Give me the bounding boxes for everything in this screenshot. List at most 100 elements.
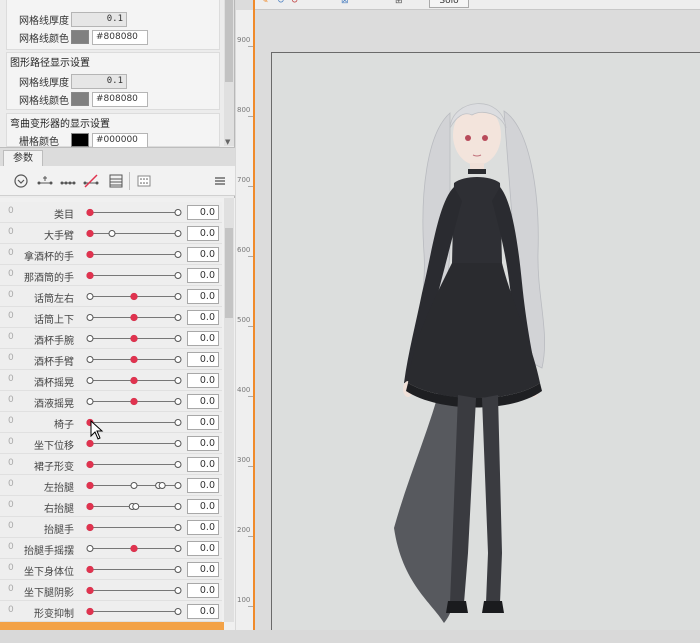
multi-key-icon[interactable] <box>60 173 76 189</box>
keyform-marker[interactable] <box>174 524 182 531</box>
parameter-row[interactable]: 0 左抬腿 0.0 <box>0 475 222 496</box>
keyform-marker[interactable] <box>86 377 94 384</box>
expand-icon[interactable] <box>13 173 29 189</box>
parameter-value-input[interactable]: 0.0 <box>187 268 219 283</box>
parameter-value-input[interactable]: 0.0 <box>187 604 219 619</box>
parameter-lock-icon[interactable]: 0 <box>8 416 14 426</box>
keyform-marker[interactable] <box>86 293 94 300</box>
slider-knob[interactable] <box>86 586 94 595</box>
parameter-lock-icon[interactable]: 0 <box>8 269 14 279</box>
keyform-marker[interactable] <box>174 461 182 468</box>
parameter-slider[interactable] <box>82 559 186 580</box>
parameter-value-input[interactable]: 0.0 <box>187 394 219 409</box>
keyform-marker[interactable] <box>174 251 182 258</box>
slider-knob[interactable] <box>86 481 94 490</box>
parameter-slider[interactable] <box>82 601 186 622</box>
slider-knob[interactable] <box>130 355 138 364</box>
parameter-slider[interactable] <box>82 580 186 601</box>
deformer-color-input[interactable]: #000000 <box>92 132 148 148</box>
grid-color-swatch[interactable] <box>71 30 89 44</box>
parameter-row[interactable]: 0 抬腿手 0.0 <box>0 517 222 538</box>
parameter-slider[interactable] <box>82 496 186 517</box>
parameter-row[interactable]: 0 右抬腿 0.0 <box>0 496 222 517</box>
parameter-lock-icon[interactable]: 0 <box>8 521 14 531</box>
parameter-row[interactable]: 0 那酒筒的手 0.0 <box>0 265 222 286</box>
parameter-value-input[interactable]: 0.0 <box>187 457 219 472</box>
keyform-marker[interactable] <box>174 566 182 573</box>
grid-icon[interactable] <box>136 173 152 189</box>
parameter-lock-icon[interactable]: 0 <box>8 395 14 405</box>
parameter-slider[interactable] <box>82 307 186 328</box>
keyform-marker[interactable] <box>174 419 182 426</box>
solo-button[interactable]: Solo <box>429 0 469 8</box>
parameter-row[interactable]: 0 酒杯手臂 0.0 <box>0 349 222 370</box>
parameter-row[interactable]: 0 话筒上下 0.0 <box>0 307 222 328</box>
path-thickness-input[interactable]: 0.1 <box>71 73 127 89</box>
keyform-marker[interactable] <box>86 545 94 552</box>
parameter-row[interactable]: 0 类目 0.0 <box>0 202 222 223</box>
parameter-value-input[interactable]: 0.0 <box>187 226 219 241</box>
keyform-marker[interactable] <box>174 230 182 237</box>
character-model[interactable] <box>372 83 602 643</box>
parameter-lock-icon[interactable]: 0 <box>8 542 14 552</box>
keyform-marker[interactable] <box>174 608 182 615</box>
parameter-slider[interactable] <box>82 286 186 307</box>
slider-knob[interactable] <box>86 208 94 217</box>
parameter-row[interactable]: 0 拿酒杯的手 0.0 <box>0 244 222 265</box>
transform-tool-icon[interactable]: ⊞ <box>395 0 403 6</box>
parameter-lock-icon[interactable]: 0 <box>8 479 14 489</box>
parameter-slider[interactable] <box>82 475 186 496</box>
slider-knob[interactable] <box>86 607 94 616</box>
slider-knob[interactable] <box>86 271 94 280</box>
parameter-lock-icon[interactable]: 0 <box>8 311 14 321</box>
keyform-marker[interactable] <box>158 482 166 489</box>
parameter-value-input[interactable]: 0.0 <box>187 205 219 220</box>
parameter-value-input[interactable]: 0.0 <box>187 436 219 451</box>
parameter-lock-icon[interactable]: 0 <box>8 605 14 615</box>
keyform-marker[interactable] <box>174 398 182 405</box>
scroll-down-icon[interactable]: ▼ <box>225 138 230 146</box>
parameter-slider[interactable] <box>82 454 186 475</box>
parameter-scrollbar[interactable] <box>224 198 234 622</box>
parameter-slider[interactable] <box>82 391 186 412</box>
keyform-marker[interactable] <box>86 335 94 342</box>
menu-icon[interactable] <box>212 173 228 189</box>
parameter-row[interactable]: 0 酒杯摇晃 0.0 <box>0 370 222 391</box>
link-key-icon[interactable] <box>37 173 53 189</box>
keyform-marker[interactable] <box>174 209 182 216</box>
slider-knob[interactable] <box>130 397 138 406</box>
keyform-marker[interactable] <box>174 545 182 552</box>
rotate-tool-icon[interactable]: ↺ <box>291 0 299 6</box>
keyform-marker[interactable] <box>174 377 182 384</box>
keyform-marker[interactable] <box>174 482 182 489</box>
parameter-slider[interactable] <box>82 202 186 223</box>
keyform-marker[interactable] <box>174 293 182 300</box>
slider-knob[interactable] <box>86 439 94 448</box>
keyform-marker[interactable] <box>130 482 138 489</box>
slider-knob[interactable] <box>86 565 94 574</box>
parameter-value-input[interactable]: 0.0 <box>187 373 219 388</box>
keyform-marker[interactable] <box>174 503 182 510</box>
slider-knob[interactable] <box>86 250 94 259</box>
parameter-row[interactable]: 0 形变抑制 0.0 <box>0 601 222 622</box>
keyform-marker[interactable] <box>174 440 182 447</box>
keyform-marker[interactable] <box>174 314 182 321</box>
keyform-marker[interactable] <box>108 230 116 237</box>
deformer-color-swatch[interactable] <box>71 133 89 147</box>
settings-scroll-thumb[interactable] <box>225 0 233 82</box>
parameter-value-input[interactable]: 0.0 <box>187 289 219 304</box>
parameter-value-input[interactable]: 0.0 <box>187 478 219 493</box>
parameter-lock-icon[interactable]: 0 <box>8 332 14 342</box>
settings-scrollbar[interactable]: ▼ <box>224 0 234 146</box>
grid-color-input[interactable]: #808080 <box>92 29 148 45</box>
keyform-marker[interactable] <box>86 314 94 321</box>
parameter-lock-icon[interactable]: 0 <box>8 353 14 363</box>
artboard[interactable] <box>271 52 700 630</box>
slider-knob[interactable] <box>86 460 94 469</box>
parameter-slider[interactable] <box>82 223 186 244</box>
keyform-marker[interactable] <box>132 503 140 510</box>
parameter-slider[interactable] <box>82 265 186 286</box>
parameter-value-input[interactable]: 0.0 <box>187 352 219 367</box>
keyform-marker[interactable] <box>174 587 182 594</box>
parameter-lock-icon[interactable]: 0 <box>8 458 14 468</box>
